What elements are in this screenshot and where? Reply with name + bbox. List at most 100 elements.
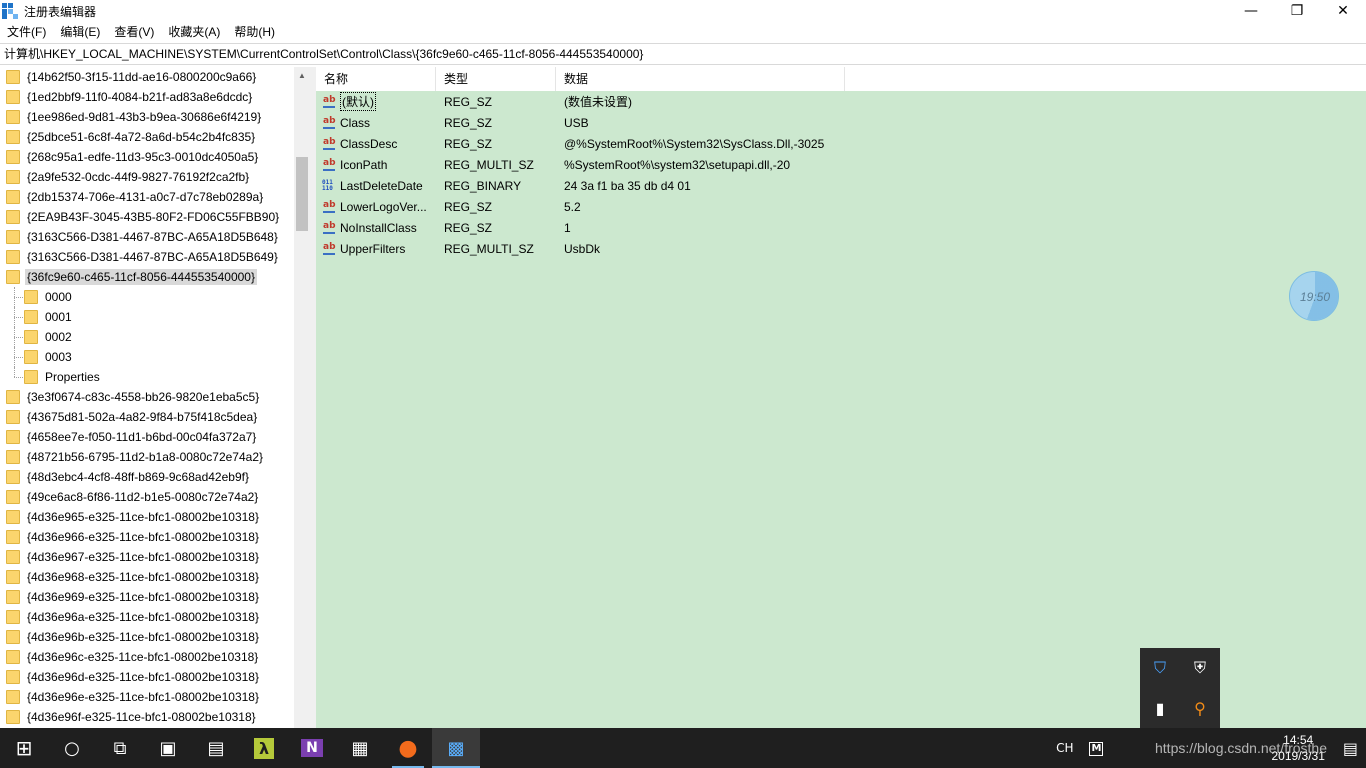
tree-item-label: {4d36e96a-e325-11ce-bfc1-08002be10318} xyxy=(27,610,259,624)
value-row[interactable]: UpperFilters REG_MULTI_SZ UsbDk xyxy=(316,238,1366,259)
search-tray-icon[interactable]: ⚲ xyxy=(1180,688,1220,728)
app-lambda-icon[interactable]: λ xyxy=(240,728,288,768)
bookmark-tray-icon[interactable]: ▮ xyxy=(1140,688,1180,728)
menu-view[interactable]: 查看(V) xyxy=(107,22,161,42)
menu-favorites[interactable]: 收藏夹(A) xyxy=(161,22,227,42)
tree-item-key[interactable]: {3163C566-D381-4467-87BC-A65A18D5B649} xyxy=(0,247,294,267)
column-header-data[interactable]: 数据 xyxy=(556,67,845,91)
value-name-cell: LowerLogoVer... xyxy=(316,200,436,214)
folder-icon xyxy=(6,710,20,724)
ime-mode-button[interactable]: M xyxy=(1081,740,1111,756)
tree-item-key[interactable]: {4d36e96b-e325-11ce-bfc1-08002be10318} xyxy=(0,627,294,647)
scroll-up-arrow-icon[interactable]: ▲ xyxy=(294,67,310,83)
tree-item-subkey[interactable]: Properties xyxy=(0,367,294,387)
tree-item-key[interactable]: {36fc9e60-c465-11cf-8056-444553540000} xyxy=(0,267,294,287)
app-monitor-icon[interactable]: ▣ xyxy=(144,728,192,768)
tree-item-label: {4d36e966-e325-11ce-bfc1-08002be10318} xyxy=(27,530,259,544)
tree-item-subkey[interactable]: 0002 xyxy=(0,327,294,347)
value-row[interactable]: IconPath REG_MULTI_SZ %SystemRoot%\system3… xyxy=(316,154,1366,175)
tree-item-label: {4d36e96e-e325-11ce-bfc1-08002be10318} xyxy=(27,690,259,704)
tree-item-label: {4d36e965-e325-11ce-bfc1-08002be10318} xyxy=(27,510,259,524)
folder-icon xyxy=(6,670,20,684)
column-header-name[interactable]: 名称 xyxy=(316,67,436,91)
tree-item-key[interactable]: {2EA9B43F-3045-43B5-80F2-FD06C55FBB90} xyxy=(0,207,294,227)
tree-item-key[interactable]: {4d36e968-e325-11ce-bfc1-08002be10318} xyxy=(0,567,294,587)
value-row[interactable]: (默认) REG_SZ (数值未设置) xyxy=(316,91,1366,112)
shield-tray-icon[interactable]: ⛉ xyxy=(1140,648,1180,688)
title-bar[interactable]: 注册表编辑器 — ❐ ✕ xyxy=(0,0,1366,22)
app-regedit-icon[interactable]: ▩ xyxy=(432,728,480,768)
tree-item-subkey[interactable]: 0003 xyxy=(0,347,294,367)
notification-center-icon[interactable]: ▤ xyxy=(1335,739,1366,758)
tree-item-key[interactable]: {2a9fe532-0cdc-44f9-9827-76192f2ca2fb} xyxy=(0,167,294,187)
app-control-panel-icon[interactable]: ▤ xyxy=(192,728,240,768)
address-bar[interactable]: 计算机\HKEY_LOCAL_MACHINE\SYSTEM\CurrentCon… xyxy=(0,43,1366,65)
value-row[interactable]: LastDeleteDate REG_BINARY 24 3a f1 ba 35 d… xyxy=(316,175,1366,196)
tree-item-key[interactable]: {4658ee7e-f050-11d1-b6bd-00c04fa372a7} xyxy=(0,427,294,447)
maximize-button[interactable]: ❐ xyxy=(1274,0,1320,22)
tree-item-key[interactable]: {48d3ebc4-4cf8-48ff-b869-9c68ad42eb9f} xyxy=(0,467,294,487)
value-row[interactable]: NoInstallClass REG_SZ 1 xyxy=(316,217,1366,238)
value-name-cell: UpperFilters xyxy=(316,242,436,256)
registry-tree[interactable]: {14b62f50-3f15-11dd-ae16-0800200c9a66} {1… xyxy=(0,67,294,728)
menu-file[interactable]: 文件(F) xyxy=(0,22,53,42)
tree-item-key[interactable]: {4d36e969-e325-11ce-bfc1-08002be10318} xyxy=(0,587,294,607)
app-firefox-icon[interactable]: ● xyxy=(384,728,432,768)
folder-icon xyxy=(6,690,20,704)
tree-item-label: {4d36e96d-e325-11ce-bfc1-08002be10318} xyxy=(27,670,259,684)
menu-edit[interactable]: 编辑(E) xyxy=(53,22,107,42)
ime-language[interactable]: CH xyxy=(1048,741,1081,755)
value-name: ClassDesc xyxy=(340,136,398,151)
tree-item-key[interactable]: {4d36e966-e325-11ce-bfc1-08002be10318} xyxy=(0,527,294,547)
folder-icon xyxy=(6,210,20,224)
menu-help[interactable]: 帮助(H) xyxy=(227,22,282,42)
column-header-type[interactable]: 类型 xyxy=(436,67,556,91)
tree-item-key[interactable]: {4d36e965-e325-11ce-bfc1-08002be10318} xyxy=(0,507,294,527)
tree-item-label: {268c95a1-edfe-11d3-95c3-0010dc4050a5} xyxy=(27,150,259,164)
string-value-icon xyxy=(322,221,337,235)
close-button[interactable]: ✕ xyxy=(1320,0,1366,22)
value-row[interactable]: LowerLogoVer... REG_SZ 5.2 xyxy=(316,196,1366,217)
tree-item-key[interactable]: {43675d81-502a-4a82-9f84-b75f418c5dea} xyxy=(0,407,294,427)
folder-icon xyxy=(24,330,38,344)
cortana-button[interactable]: ○ xyxy=(48,728,96,768)
task-view-button[interactable]: ⧉ xyxy=(96,728,144,768)
tree-item-label: {4658ee7e-f050-11d1-b6bd-00c04fa372a7} xyxy=(27,430,257,444)
tree-item-key[interactable]: {1ed2bbf9-11f0-4084-b21f-ad83a8e6dcdc} xyxy=(0,87,294,107)
tree-item-label: {4d36e96c-e325-11ce-bfc1-08002be10318} xyxy=(27,650,259,664)
tree-item-key[interactable]: {48721b56-6795-11d2-b1a8-0080c72e74a2} xyxy=(0,447,294,467)
tree-item-key[interactable]: {14b62f50-3f15-11dd-ae16-0800200c9a66} xyxy=(0,67,294,87)
value-row[interactable]: Class REG_SZ USB xyxy=(316,112,1366,133)
tree-item-key[interactable]: {4d36e96f-e325-11ce-bfc1-08002be10318} xyxy=(0,707,294,727)
app-devices-icon[interactable]: ▦ xyxy=(336,728,384,768)
tree-scrollbar[interactable]: ▲ xyxy=(294,67,310,728)
string-value-icon xyxy=(322,158,337,172)
tree-item-key[interactable]: {4d36e96e-e325-11ce-bfc1-08002be10318} xyxy=(0,687,294,707)
tree-item-subkey[interactable]: 0001 xyxy=(0,307,294,327)
tree-item-key[interactable]: {49ce6ac8-6f86-11d2-b1e5-0080c72e74a2} xyxy=(0,487,294,507)
tree-item-key[interactable]: {1ee986ed-9d81-43b3-b9ea-30686e6f4219} xyxy=(0,107,294,127)
tree-item-key[interactable]: {4d36e967-e325-11ce-bfc1-08002be10318} xyxy=(0,547,294,567)
tree-item-key[interactable]: {2db15374-706e-4131-a0c7-d7c78eb0289a} xyxy=(0,187,294,207)
tree-item-label: {1ee986ed-9d81-43b3-b9ea-30686e6f4219} xyxy=(27,110,262,124)
start-button[interactable]: ⊞ xyxy=(0,728,48,768)
defender-tray-icon[interactable]: ⛨ xyxy=(1180,648,1220,688)
app-onenote-icon[interactable]: N xyxy=(288,728,336,768)
scrollbar-thumb[interactable] xyxy=(296,157,308,231)
tree-item-label: {3163C566-D381-4467-87BC-A65A18D5B649} xyxy=(27,250,278,264)
tree-item-key[interactable]: {4d36e96a-e325-11ce-bfc1-08002be10318} xyxy=(0,607,294,627)
folder-icon xyxy=(6,430,20,444)
values-pane[interactable]: 名称 类型 数据 (默认) REG_SZ (数值未设置) Class REG_SZ USB… xyxy=(316,67,1366,728)
tree-item-key[interactable]: {3163C566-D381-4467-87BC-A65A18D5B648} xyxy=(0,227,294,247)
tree-item-key[interactable]: {25dbce51-6c8f-4a72-8a6d-b54c2b4fc835} xyxy=(0,127,294,147)
folder-icon xyxy=(6,490,20,504)
tree-item-key[interactable]: {4d36e96d-e325-11ce-bfc1-08002be10318} xyxy=(0,667,294,687)
minimize-button[interactable]: — xyxy=(1228,0,1274,22)
tree-item-subkey[interactable]: 0000 xyxy=(0,287,294,307)
value-row[interactable]: ClassDesc REG_SZ @%SystemRoot%\System32\Sy… xyxy=(316,133,1366,154)
value-name: UpperFilters xyxy=(340,241,406,256)
tree-item-key[interactable]: {4d36e96c-e325-11ce-bfc1-08002be10318} xyxy=(0,647,294,667)
tree-item-key[interactable]: {268c95a1-edfe-11d3-95c3-0010dc4050a5} xyxy=(0,147,294,167)
value-name-cell: IconPath xyxy=(316,158,436,172)
tree-item-key[interactable]: {3e3f0674-c83c-4558-bb26-9820e1eba5c5} xyxy=(0,387,294,407)
